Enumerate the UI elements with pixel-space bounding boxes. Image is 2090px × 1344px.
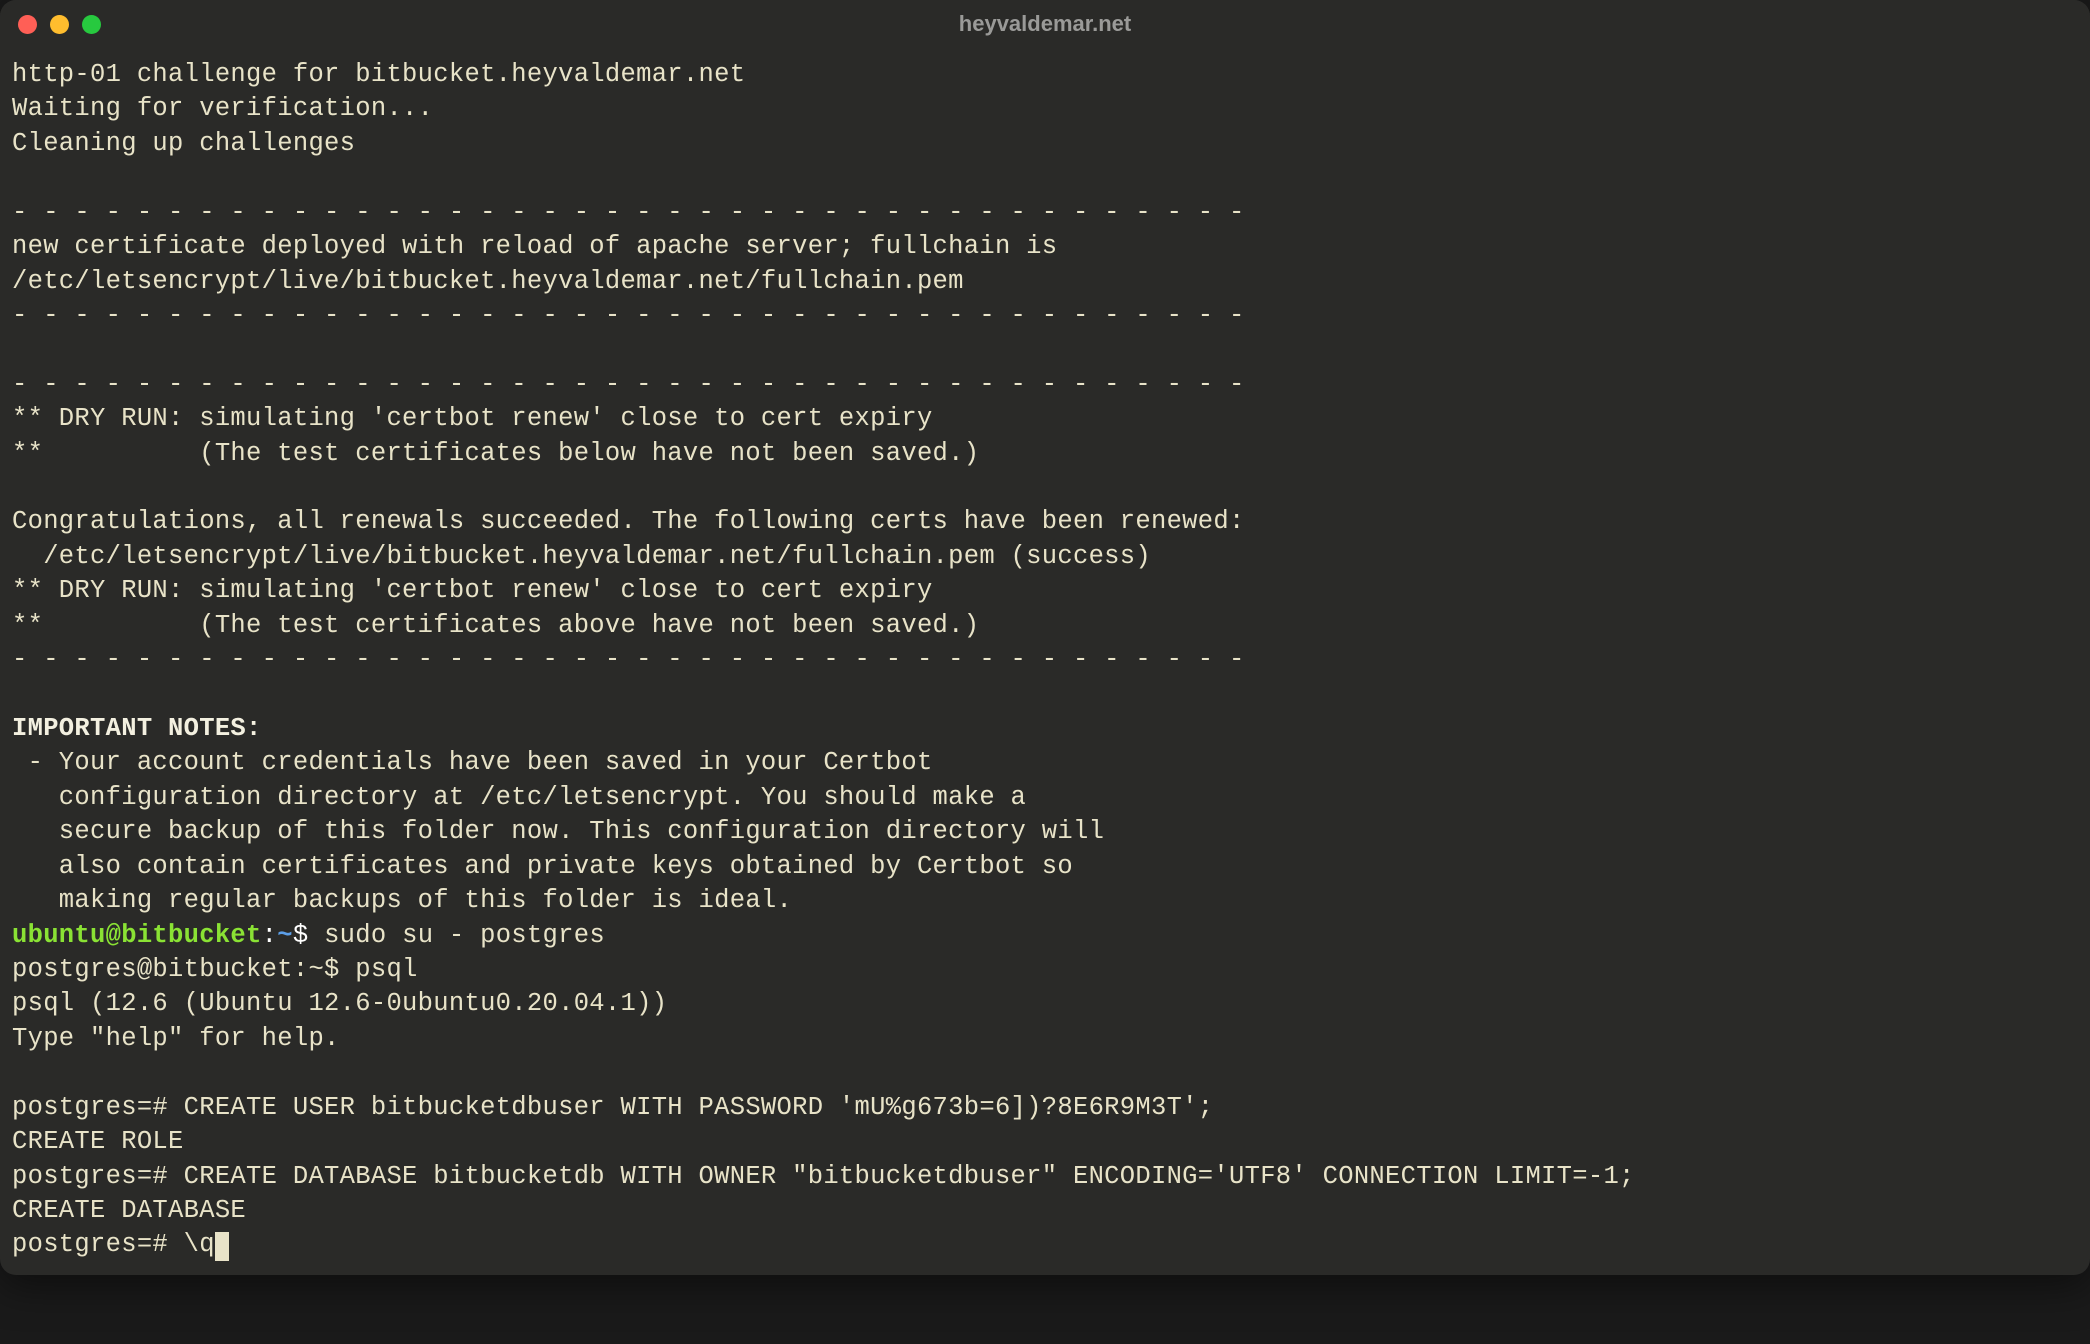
output-line: ** (The test certificates below have not… — [12, 437, 2078, 471]
output-line: secure backup of this folder now. This c… — [12, 815, 2078, 849]
prompt-user-host: ubuntu@bitbucket — [12, 921, 262, 950]
important-notes-heading: IMPORTANT NOTES: — [12, 712, 2078, 746]
output-line: - Your account credentials have been sav… — [12, 746, 2078, 780]
output-line: Type "help" for help. — [12, 1022, 2078, 1056]
command-text: \q — [184, 1230, 215, 1259]
output-line — [12, 471, 2078, 505]
command-text: sudo su - postgres — [324, 921, 605, 950]
titlebar: heyvaldemar.net — [0, 0, 2090, 48]
cursor-icon — [215, 1232, 229, 1261]
output-line: configuration directory at /etc/letsencr… — [12, 781, 2078, 815]
output-line: http-01 challenge for bitbucket.heyvalde… — [12, 58, 2078, 92]
output-line: Waiting for verification... — [12, 92, 2078, 126]
psql-prompt: postgres=# — [12, 1230, 184, 1259]
shell-prompt-line: ubuntu@bitbucket:~$ sudo su - postgres — [12, 919, 2078, 953]
window-title: heyvaldemar.net — [959, 11, 1131, 37]
terminal-window: heyvaldemar.net http-01 challenge for bi… — [0, 0, 2090, 1275]
output-line: also contain certificates and private ke… — [12, 850, 2078, 884]
output-line: ** DRY RUN: simulating 'certbot renew' c… — [12, 402, 2078, 436]
psql-line: postgres=# CREATE USER bitbucketdbuser W… — [12, 1091, 2078, 1125]
psql-line: postgres=# CREATE DATABASE bitbucketdb W… — [12, 1160, 2078, 1194]
output-line — [12, 678, 2078, 712]
output-line: ** DRY RUN: simulating 'certbot renew' c… — [12, 574, 2078, 608]
output-line: CREATE ROLE — [12, 1125, 2078, 1159]
prompt-symbol: $ — [293, 921, 324, 950]
output-line: new certificate deployed with reload of … — [12, 230, 2078, 264]
output-line: Cleaning up challenges — [12, 127, 2078, 161]
output-line — [12, 161, 2078, 195]
prompt-sep: : — [262, 921, 278, 950]
output-line: - - - - - - - - - - - - - - - - - - - - … — [12, 643, 2078, 677]
psql-prompt-line: postgres=# \q — [12, 1228, 2078, 1262]
output-line — [12, 1056, 2078, 1090]
output-line: postgres@bitbucket:~$ psql — [12, 953, 2078, 987]
terminal-body[interactable]: http-01 challenge for bitbucket.heyvalde… — [0, 48, 2090, 1275]
output-line — [12, 333, 2078, 367]
output-line: CREATE DATABASE — [12, 1194, 2078, 1228]
output-line: - - - - - - - - - - - - - - - - - - - - … — [12, 368, 2078, 402]
close-icon[interactable] — [18, 15, 37, 34]
output-line: - - - - - - - - - - - - - - - - - - - - … — [12, 299, 2078, 333]
output-line: - - - - - - - - - - - - - - - - - - - - … — [12, 196, 2078, 230]
output-line: /etc/letsencrypt/live/bitbucket.heyvalde… — [12, 265, 2078, 299]
prompt-path: ~ — [277, 921, 293, 950]
output-line: ** (The test certificates above have not… — [12, 609, 2078, 643]
output-line: psql (12.6 (Ubuntu 12.6-0ubuntu0.20.04.1… — [12, 987, 2078, 1021]
output-line: making regular backups of this folder is… — [12, 884, 2078, 918]
window-controls — [18, 15, 101, 34]
output-line: Congratulations, all renewals succeeded.… — [12, 505, 2078, 539]
minimize-icon[interactable] — [50, 15, 69, 34]
output-line: /etc/letsencrypt/live/bitbucket.heyvalde… — [12, 540, 2078, 574]
maximize-icon[interactable] — [82, 15, 101, 34]
